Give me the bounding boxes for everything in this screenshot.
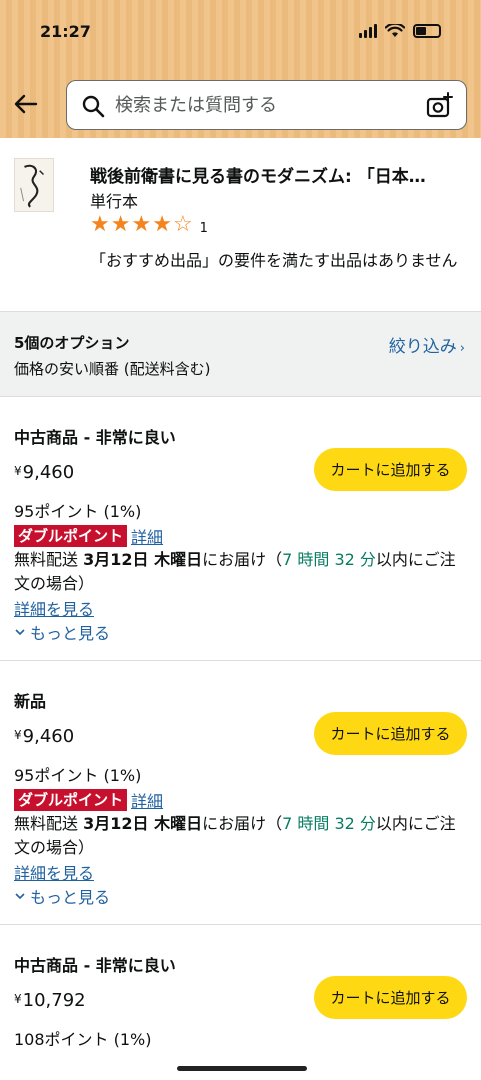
battery-icon <box>413 24 441 38</box>
star-full-icon: ★ <box>152 212 172 237</box>
delivery-countdown: 7 時間 32 分 <box>282 814 376 833</box>
delivery-date: 3月12日 木曜日 <box>83 814 203 833</box>
sort-order-label: 価格の安い順番 (配送料含む) <box>14 360 211 378</box>
signal-icon <box>359 24 377 38</box>
home-indicator[interactable] <box>177 1066 307 1071</box>
double-point-details-link[interactable]: 詳細 <box>131 788 163 812</box>
offer-points: 108ポイント (1%) <box>14 1030 152 1049</box>
delivery-mid: にお届け（ <box>202 550 283 569</box>
currency-symbol: ¥ <box>14 992 22 1006</box>
price-value: 10,792 <box>22 990 86 1011</box>
delivery-info: 無料配送 3月12日 木曜日にお届け（7 時間 32 分以内にご注文の場合） <box>14 548 470 596</box>
double-point-badge: ダブルポイント <box>14 789 128 811</box>
delivery-date: 3月12日 木曜日 <box>83 550 203 569</box>
chevron-down-icon <box>15 893 25 900</box>
delivery-prefix: 無料配送 <box>14 814 84 833</box>
currency-symbol: ¥ <box>14 464 22 478</box>
delivery-prefix: 無料配送 <box>14 550 84 569</box>
search-icon <box>82 95 105 118</box>
add-to-cart-button[interactable]: カートに追加する <box>314 712 467 755</box>
see-more-label: もっと見る <box>30 624 111 643</box>
price-value: 9,460 <box>22 726 75 747</box>
product-thumbnail[interactable] <box>14 158 54 212</box>
add-to-cart-button[interactable]: カートに追加する <box>314 976 467 1019</box>
price-value: 9,460 <box>22 462 75 483</box>
offer-card: 中古商品 - 非常に良い ¥10,792 カートに追加する 108ポイント (1… <box>0 926 481 1080</box>
status-icons <box>359 24 441 38</box>
see-details-link[interactable]: 詳細を見る <box>14 860 94 884</box>
filter-button[interactable]: 絞り込み › <box>389 332 465 357</box>
chevron-right-icon: › <box>459 341 465 356</box>
options-count: 5個のオプション <box>14 334 130 352</box>
offer-card: 新品 ¥9,460 カートに追加する 95ポイント (1%) ダブルポイント 詳… <box>0 662 481 925</box>
offer-points: 95ポイント (1%) <box>14 502 142 521</box>
offer-price: ¥9,460 <box>14 726 74 747</box>
delivery-countdown: 7 時間 32 分 <box>282 550 376 569</box>
star-full-icon: ★ <box>90 212 110 237</box>
double-point-row: ダブルポイント 詳細 <box>14 788 163 812</box>
star-full-icon: ★ <box>131 212 152 237</box>
see-more-label: もっと見る <box>30 888 111 907</box>
double-point-details-link[interactable]: 詳細 <box>131 524 163 548</box>
currency-symbol: ¥ <box>14 728 22 742</box>
star-full-icon: ★ <box>110 212 131 237</box>
double-point-row: ダブルポイント 詳細 <box>14 524 163 548</box>
star-rating[interactable]: ★ ★ ★ ★ ☆ 1 <box>90 214 208 236</box>
options-bar: 5個のオプション 価格の安い順番 (配送料含む) 絞り込み › <box>0 311 481 397</box>
chevron-down-icon <box>15 629 25 636</box>
rating-count: 1 <box>199 220 208 236</box>
product-format: 単行本 <box>90 192 139 211</box>
offer-condition: 中古商品 - 非常に良い <box>14 956 176 975</box>
search-input[interactable] <box>115 81 415 129</box>
offer-card: 中古商品 - 非常に良い ¥9,460 カートに追加する 95ポイント (1%)… <box>0 398 481 661</box>
search-box[interactable] <box>66 80 467 130</box>
see-details-link[interactable]: 詳細を見る <box>14 596 94 620</box>
offer-condition: 中古商品 - 非常に良い <box>14 428 176 447</box>
delivery-info: 無料配送 3月12日 木曜日にお届け（7 時間 32 分以内にご注文の場合） <box>14 812 470 860</box>
offer-price: ¥10,792 <box>14 990 86 1011</box>
offer-price: ¥9,460 <box>14 462 74 483</box>
see-more-toggle[interactable]: もっと見る <box>14 884 110 908</box>
see-more-toggle[interactable]: もっと見る <box>14 620 110 644</box>
double-point-badge: ダブルポイント <box>14 525 128 547</box>
add-to-cart-button[interactable]: カートに追加する <box>314 448 467 491</box>
status-time: 21:27 <box>40 22 91 41</box>
back-arrow-icon[interactable] <box>12 90 40 118</box>
delivery-mid: にお届け（ <box>202 814 283 833</box>
filter-label: 絞り込み <box>388 337 457 357</box>
app-header: 21:27 <box>0 0 481 138</box>
star-empty-icon: ☆ <box>172 212 193 237</box>
featured-offer-note: 「おすすめ出品」の要件を満たす出品はありません <box>90 251 458 270</box>
offer-points: 95ポイント (1%) <box>14 766 142 785</box>
offer-condition: 新品 <box>14 692 47 711</box>
product-summary: 戦後前衛書に見る書のモダニズム: 「日本… 単行本 ★ ★ ★ ★ ☆ 1 「お… <box>0 138 481 311</box>
wifi-icon <box>385 24 405 37</box>
product-title[interactable]: 戦後前衛書に見る書のモダニズム: 「日本… <box>90 162 470 187</box>
camera-icon[interactable] <box>426 92 454 120</box>
